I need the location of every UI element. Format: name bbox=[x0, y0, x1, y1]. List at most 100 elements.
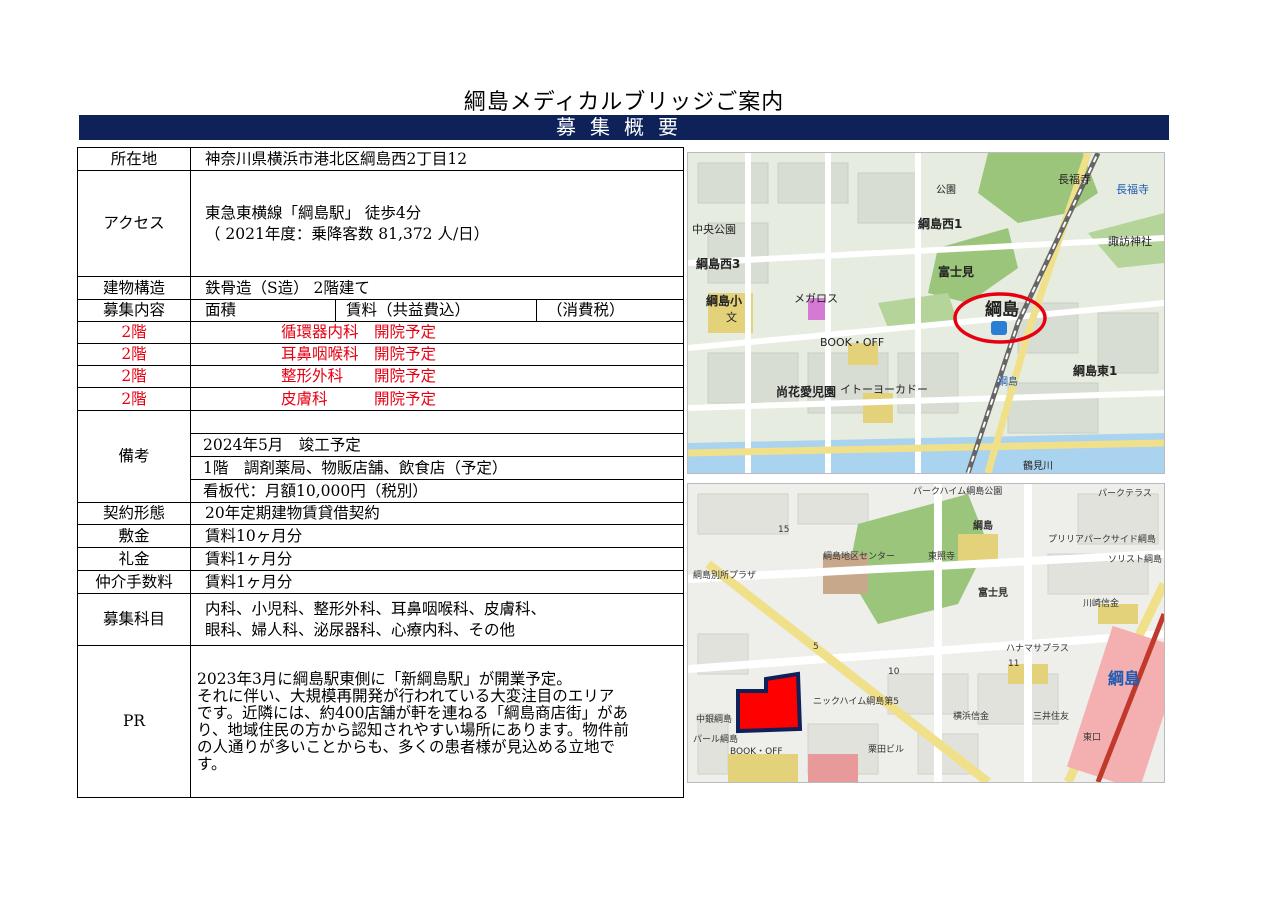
remark-line: 1階 調剤薬局、物販店舗、飲食店（予定） bbox=[191, 457, 683, 480]
map-label: 富士見 bbox=[978, 586, 1008, 599]
row-label: 募集内容 bbox=[77, 299, 191, 322]
map-label: ソリスト綱島 bbox=[1108, 553, 1162, 565]
col-area: 面積 bbox=[191, 300, 336, 321]
table-row-access: アクセス 東急東横線「綱島駅」 徒歩4分 （ 2021年度：乗降客数 81,37… bbox=[77, 170, 684, 277]
table-row-recruit: 募集内容 面積 賃料（共益費込） （消費税） bbox=[77, 299, 684, 322]
unit-floor: 2階 bbox=[77, 365, 191, 388]
map-label: 綱島東1 bbox=[1073, 363, 1117, 378]
key-money-value: 賃料1ヶ月分 bbox=[190, 547, 684, 571]
map-label: BOOK・OFF bbox=[730, 747, 783, 757]
structure-value: 鉄骨造（S造） 2階建て bbox=[190, 276, 684, 300]
map-label: イトーヨーカドー bbox=[840, 383, 928, 396]
remark-line bbox=[191, 411, 683, 434]
row-label: 契約形態 bbox=[77, 502, 191, 525]
access-line2: （ 2021年度：乗降客数 81,372 人/日） bbox=[205, 224, 490, 243]
unit-text: 皮膚科 開院予定 bbox=[190, 387, 684, 411]
map-label: ニックハイム綱島第5 bbox=[813, 695, 899, 707]
table-row-remarks: 備考 2024年5月 竣工予定 1階 調剤薬局、物販店舗、飲食店（予定） 看板代… bbox=[77, 410, 684, 503]
pr-line: り、地域住民の方から認知されやすい場所にあります。物件前 bbox=[197, 720, 629, 739]
table-row-unit: 2階 耳鼻咽喉科 開院予定 bbox=[77, 343, 684, 366]
brokerage-value: 賃料1ヶ月分 bbox=[190, 570, 684, 594]
detail-map[interactable]: パークハイム綱島公園 パークテラス 綱島 綱島地区センター 東照寺 富士見 プリ… bbox=[687, 483, 1165, 783]
property-info-table: 所在地 神奈川県横浜市港北区綱島西2丁目12 アクセス 東急東横線「綱島駅」 徒… bbox=[77, 147, 684, 798]
map-label: 諏訪神社 bbox=[1108, 234, 1152, 248]
station-icon bbox=[991, 321, 1007, 335]
remark-line: 看板代：月額10,000円（税別） bbox=[203, 482, 428, 500]
map-label: 川崎信金 bbox=[1083, 597, 1119, 609]
departments-line2: 眼科、婦人科、泌尿器科、心療内科、その他 bbox=[205, 620, 516, 639]
map-label: パール綱島 bbox=[693, 733, 738, 745]
col-rent: 賃料（共益費込） bbox=[336, 300, 537, 321]
map-label: 15 bbox=[778, 525, 789, 535]
table-row-unit: 2階 整形外科 開院予定 bbox=[77, 365, 684, 388]
pr-line: の人通りが多いことからも、多くの患者様が見込める立地で bbox=[197, 737, 616, 756]
deposit-value: 賃料10ヶ月分 bbox=[190, 524, 684, 548]
map-label: 尚花愛児園 bbox=[776, 384, 836, 399]
map-label: 綱島地区センター bbox=[823, 550, 895, 562]
table-row-departments: 募集科目 内科、小児科、整形外科、耳鼻咽喉科、皮膚科、 眼科、婦人科、泌尿器科、… bbox=[77, 593, 684, 646]
unit-text: 耳鼻咽喉科 開院予定 bbox=[190, 343, 684, 366]
map-label: メガロス bbox=[794, 292, 838, 305]
map-label: 綱島西3 bbox=[696, 256, 740, 271]
map-label: 公園 bbox=[936, 184, 956, 196]
table-row-location: 所在地 神奈川県横浜市港北区綱島西2丁目12 bbox=[77, 147, 684, 171]
map-label: パークハイム綱島公園 bbox=[913, 485, 1002, 497]
unit-text: 整形外科 開院予定 bbox=[190, 365, 684, 388]
table-row-key-money: 礼金 賃料1ヶ月分 bbox=[77, 547, 684, 571]
map-label: 富士見 bbox=[938, 264, 974, 279]
pr-line: す。 bbox=[197, 754, 227, 773]
map-label: 栗田ビル bbox=[868, 744, 904, 755]
map-label: 長福寺 bbox=[1058, 172, 1091, 186]
row-label: 募集科目 bbox=[77, 593, 191, 646]
table-row-contract: 契約形態 20年定期建物賃貸借契約 bbox=[77, 502, 684, 525]
pr-line: 2023年3月に綱島駅東側に「新綱島駅」が開業予定。 bbox=[197, 669, 572, 688]
map-label: 綱島 bbox=[985, 299, 1019, 320]
area-map[interactable]: 長福寺 長福寺 諏訪神社 中央公園 綱島西1 綱島西3 富士見 綱島 綱島小 メ… bbox=[687, 152, 1165, 474]
unit-floor: 2階 bbox=[77, 321, 191, 344]
map-label: ハナマサプラス bbox=[1006, 643, 1069, 654]
pr-line: それに伴い、大規模再開発が行われている大変注目のエリア bbox=[197, 686, 615, 705]
map-label: 三井住友 bbox=[1033, 710, 1069, 722]
map-label: 横浜信金 bbox=[953, 710, 989, 722]
map-label: 綱島西1 bbox=[918, 216, 962, 231]
map-label: 10 bbox=[888, 667, 900, 677]
map-label: 5 bbox=[813, 642, 819, 652]
map-label: 綱島別所プラザ bbox=[693, 569, 756, 581]
row-label: アクセス bbox=[77, 170, 191, 277]
col-tax: （消費税） bbox=[547, 301, 625, 319]
table-row-structure: 建物構造 鉄骨造（S造） 2階建て bbox=[77, 276, 684, 300]
remark-line: 2024年5月 竣工予定 bbox=[191, 434, 683, 457]
map-label: 東照寺 bbox=[928, 550, 955, 562]
unit-floor: 2階 bbox=[77, 387, 191, 411]
contract-value: 20年定期建物賃貸借契約 bbox=[190, 502, 684, 525]
map-label: BOOK・OFF bbox=[820, 336, 884, 349]
map-label: 綱島 bbox=[1108, 669, 1140, 688]
access-line1: 東急東横線「綱島駅」 徒歩4分 bbox=[205, 203, 422, 222]
row-label: 敷金 bbox=[77, 524, 191, 548]
map-label: 綱島小 bbox=[706, 293, 742, 308]
table-row-pr: PR 2023年3月に綱島駅東側に「新綱島駅」が開業予定。 それに伴い、大規模再… bbox=[77, 645, 684, 798]
row-label: PR bbox=[77, 645, 191, 798]
map-label: 鶴見川 bbox=[1023, 459, 1053, 472]
section-banner: 募集概要 bbox=[79, 115, 1169, 140]
map-label: 長福寺 bbox=[1116, 182, 1149, 196]
row-label: 仲介手数料 bbox=[77, 570, 191, 594]
page-title: 綱島メディカルブリッジご案内 bbox=[463, 90, 785, 115]
table-row-deposit: 敷金 賃料10ヶ月分 bbox=[77, 524, 684, 548]
departments-line1: 内科、小児科、整形外科、耳鼻咽喉科、皮膚科、 bbox=[205, 599, 547, 618]
table-row-unit: 2階 皮膚科 開院予定 bbox=[77, 387, 684, 411]
map-label: 綱島 bbox=[998, 375, 1018, 388]
unit-floor: 2階 bbox=[77, 343, 191, 366]
unit-text: 循環器内科 開院予定 bbox=[190, 321, 684, 344]
map-label: パークテラス bbox=[1098, 488, 1152, 499]
pr-line: です。近隣には、約400店舗が軒を連ねる「綱島商店街」があ bbox=[197, 703, 629, 722]
row-label: 所在地 bbox=[77, 147, 191, 171]
row-label: 備考 bbox=[77, 410, 191, 503]
table-row-brokerage: 仲介手数料 賃料1ヶ月分 bbox=[77, 570, 684, 594]
table-row-unit: 2階 循環器内科 開院予定 bbox=[77, 321, 684, 344]
map-label: 中央公園 bbox=[692, 223, 736, 236]
map-label: 文 bbox=[726, 310, 737, 324]
map-label: 中銀綱島 bbox=[696, 713, 732, 725]
map-label: 11 bbox=[1008, 659, 1019, 669]
row-label: 建物構造 bbox=[77, 276, 191, 300]
